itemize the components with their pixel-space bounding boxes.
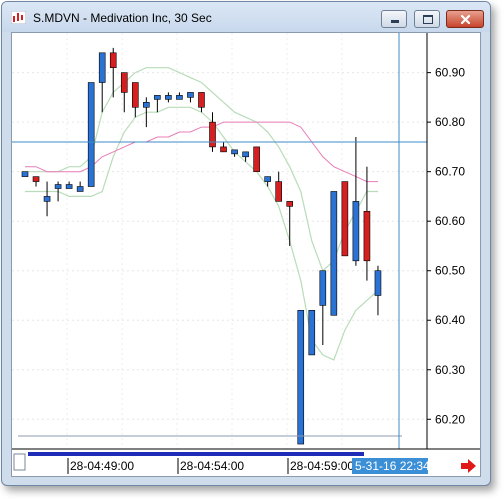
candle-body: [374, 270, 382, 296]
candle-body: [187, 92, 194, 98]
candle-body: [319, 270, 327, 306]
y-tick-label: 60.20: [435, 412, 465, 426]
candle: [352, 137, 360, 266]
candle-body: [352, 201, 360, 262]
x-tick-label: 28-04:49:00: [70, 459, 134, 473]
y-tick-label: 60.50: [435, 264, 465, 278]
candle: [220, 141, 227, 153]
bollinger-lower-line: [25, 106, 379, 361]
candle: [165, 92, 172, 103]
candle-body: [220, 146, 227, 153]
time-axis-scroll-thumb[interactable]: [28, 452, 364, 456]
maximize-icon: [423, 15, 433, 24]
candle: [132, 82, 139, 118]
candle-body: [76, 186, 84, 192]
candle-body: [253, 146, 260, 172]
candle: [275, 171, 282, 202]
candle: [21, 171, 29, 177]
x-tick-label: 28-04:59:00: [290, 459, 354, 473]
candle-body: [165, 95, 172, 100]
maximize-button[interactable]: [414, 10, 440, 28]
candle: [286, 201, 294, 246]
candle: [264, 176, 271, 187]
minimize-icon: [391, 20, 399, 23]
candle: [187, 92, 194, 103]
candle-body: [242, 151, 249, 158]
candle-body: [209, 121, 216, 148]
candle: [363, 166, 371, 281]
candle-body: [109, 52, 117, 68]
time-axis: 28-04:49:00 28-04:54:00 28-04:59:00: [67, 458, 354, 474]
y-tick-label: 60.30: [435, 363, 465, 377]
candle: [98, 52, 106, 113]
window-title: S.MDVN - Medivation Inc, 30 Sec: [33, 11, 212, 25]
candle: [154, 95, 161, 113]
moving-average-line: [25, 121, 378, 183]
close-icon: [460, 14, 471, 25]
candle: [253, 146, 260, 172]
candle: [231, 149, 238, 157]
candle-body: [98, 52, 106, 83]
candle-body: [308, 310, 316, 356]
candle: [319, 270, 327, 345]
candle: [32, 176, 40, 187]
candle-body: [54, 184, 62, 189]
price-chart[interactable]: 60.90 60.80 60.70 60.60 60.50 60.40 60.30 60.20…: [12, 33, 480, 476]
candle: [297, 310, 305, 445]
candles: [21, 47, 382, 445]
candle-body: [65, 184, 73, 189]
candle-body: [120, 72, 128, 93]
minimize-button[interactable]: [381, 10, 407, 28]
title-bar[interactable]: S.MDVN - Medivation Inc, 30 Sec: [2, 2, 490, 32]
candle-body: [132, 82, 139, 108]
x-tick-label: 28-04:54:00: [180, 459, 244, 473]
candle-body: [87, 82, 95, 187]
candle-body: [231, 149, 238, 155]
candle-body: [341, 181, 349, 257]
candle-body: [43, 196, 51, 202]
candle-body: [286, 201, 294, 207]
candle-body: [198, 92, 205, 108]
candle: [341, 181, 349, 257]
candle-body: [143, 102, 150, 108]
candle: [120, 72, 128, 113]
y-tick-label: 60.40: [435, 313, 465, 327]
candle-body: [154, 95, 161, 100]
close-button[interactable]: [446, 10, 484, 28]
app-icon: [11, 11, 26, 24]
scroll-left-box[interactable]: [13, 453, 26, 471]
candle: [330, 191, 338, 316]
price-axis: 60.90 60.80 60.70 60.60 60.50 60.40 60.30 60.20: [427, 66, 465, 426]
candle-body: [330, 191, 338, 316]
chart-window: S.MDVN - Medivation Inc, 30 Sec 60.90 60…: [1, 1, 491, 486]
candle-body: [176, 95, 183, 100]
candle: [87, 82, 95, 187]
candle: [209, 112, 216, 152]
candle: [308, 310, 316, 356]
y-tick-label: 60.80: [435, 115, 465, 129]
candle: [374, 265, 382, 316]
candle-body: [21, 171, 29, 177]
y-tick-label: 60.90: [435, 66, 465, 80]
y-tick-label: 60.60: [435, 214, 465, 228]
chart-area[interactable]: 60.90 60.80 60.70 60.60 60.50 60.40 60.30 60.20…: [11, 32, 481, 477]
candle: [76, 181, 84, 192]
candle-body: [264, 176, 271, 182]
candle-body: [363, 210, 371, 262]
y-tick-label: 60.70: [435, 165, 465, 179]
cursor-time-label: 5-31-16 22:34:00: [355, 459, 447, 473]
candle: [198, 92, 205, 113]
candle-body: [275, 181, 282, 202]
candle: [65, 181, 73, 189]
candle: [43, 181, 51, 217]
candle-body: [297, 310, 305, 445]
candle-body: [32, 176, 40, 182]
